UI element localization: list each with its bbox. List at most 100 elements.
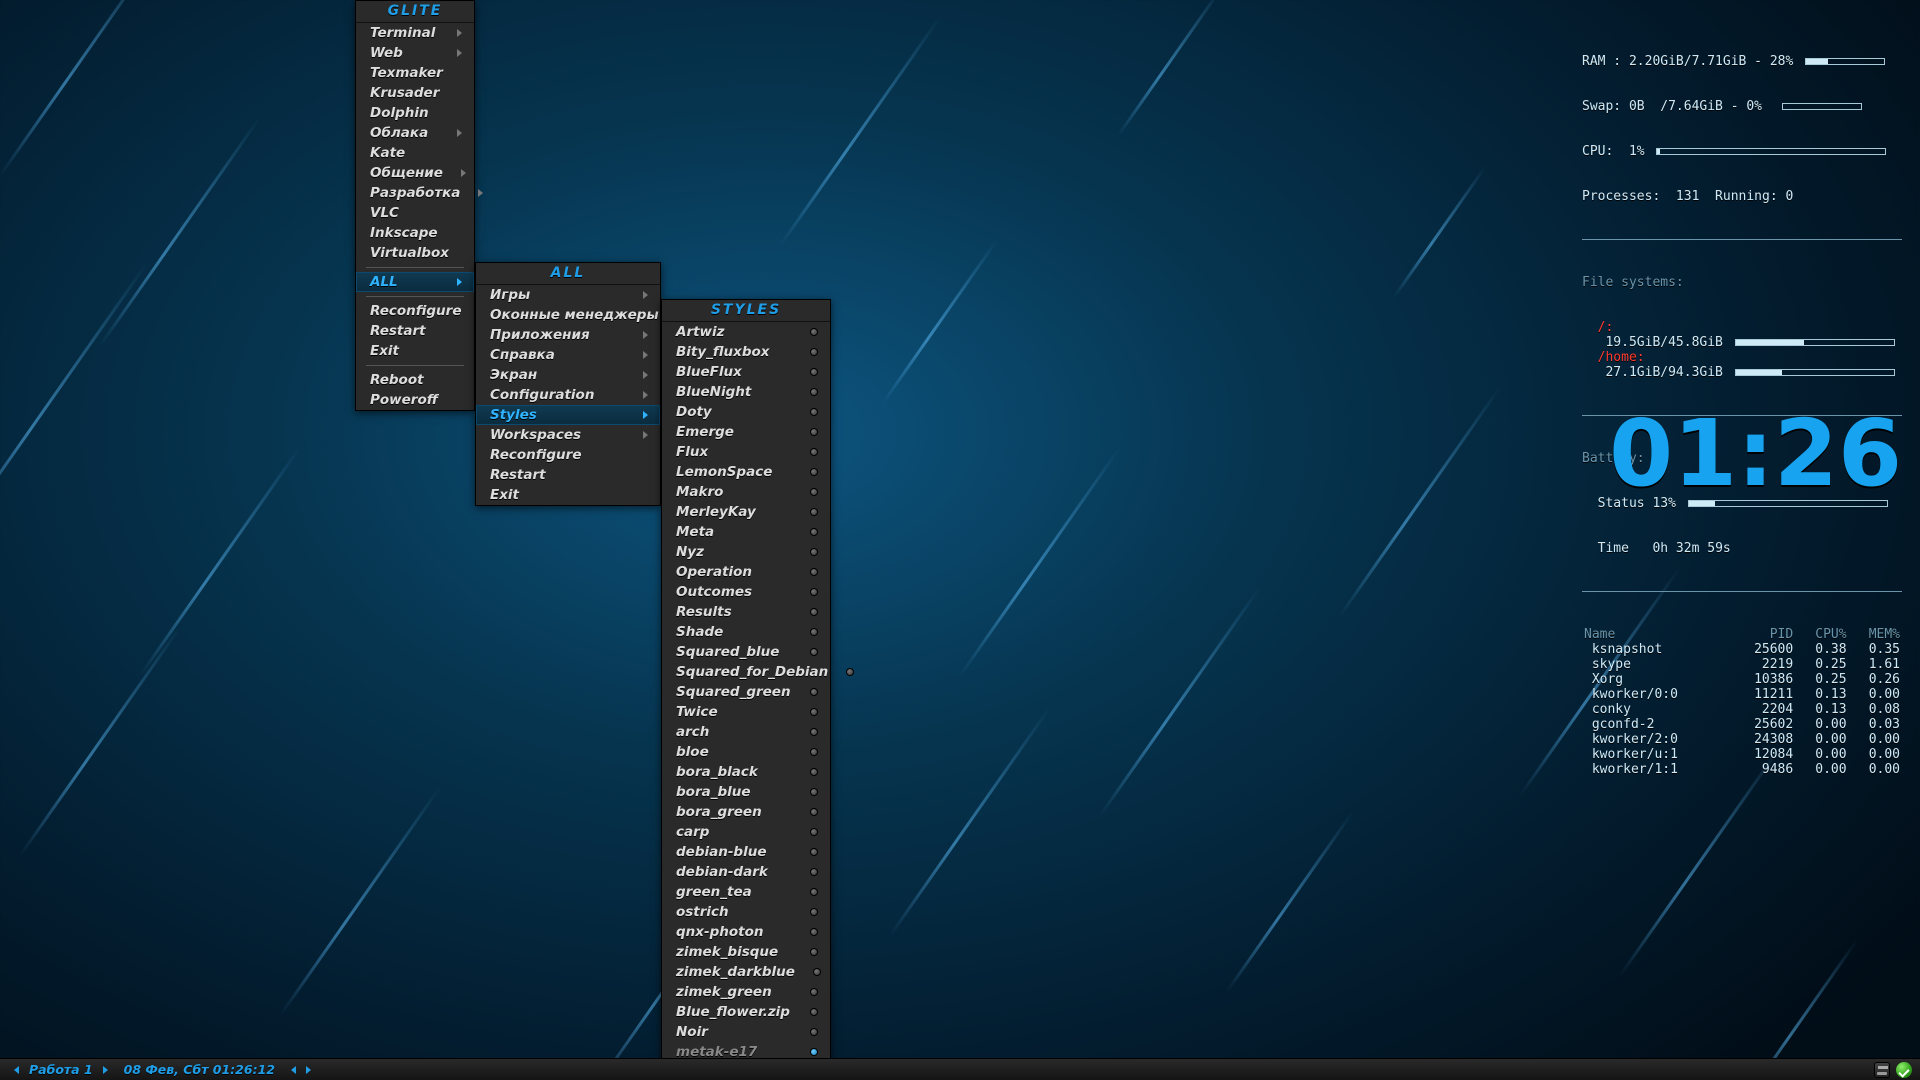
style-item-label: Outcomes bbox=[676, 583, 752, 601]
style-item[interactable]: Results bbox=[662, 602, 830, 622]
menu-item[interactable]: Exit bbox=[356, 341, 474, 361]
style-item[interactable]: Emerge bbox=[662, 422, 830, 442]
menu-item[interactable]: Workspaces bbox=[476, 425, 660, 445]
style-item[interactable]: green_tea bbox=[662, 882, 830, 902]
menu-item[interactable]: Разработка bbox=[356, 183, 474, 203]
menu-item[interactable]: ALL bbox=[356, 272, 474, 292]
menu-item[interactable]: VLC bbox=[356, 203, 474, 223]
style-item[interactable]: debian-dark bbox=[662, 862, 830, 882]
style-item[interactable]: Squared_for_Debian bbox=[662, 662, 830, 682]
menu-item[interactable]: Inkscape bbox=[356, 223, 474, 243]
style-item[interactable]: BlueNight bbox=[662, 382, 830, 402]
menu-item[interactable]: Облака bbox=[356, 123, 474, 143]
style-item[interactable]: Operation bbox=[662, 562, 830, 582]
style-item[interactable]: BlueFlux bbox=[662, 362, 830, 382]
style-item-label: bora_green bbox=[676, 803, 762, 821]
style-item-label: bora_black bbox=[676, 763, 758, 781]
menu-item[interactable]: Kate bbox=[356, 143, 474, 163]
style-item[interactable]: qnx-photon bbox=[662, 922, 830, 942]
style-item[interactable]: arch bbox=[662, 722, 830, 742]
submenu-arrow-icon bbox=[643, 331, 648, 339]
workspace-switcher[interactable]: Работа 1 bbox=[6, 1062, 116, 1077]
menu-item[interactable]: Общение bbox=[356, 163, 474, 183]
workspace-next-icon[interactable] bbox=[103, 1066, 108, 1074]
menu-item[interactable]: Reconfigure bbox=[356, 301, 474, 321]
menu-item[interactable]: Reboot bbox=[356, 370, 474, 390]
style-item[interactable]: zimek_darkblue bbox=[662, 962, 830, 982]
menu-item[interactable]: Оконные менеджеры bbox=[476, 305, 660, 325]
menu-item[interactable]: Terminal bbox=[356, 23, 474, 43]
style-item[interactable]: bora_green bbox=[662, 802, 830, 822]
style-item-label: zimek_darkblue bbox=[676, 963, 795, 981]
menu-item[interactable]: Configuration bbox=[476, 385, 660, 405]
style-item[interactable]: bloe bbox=[662, 742, 830, 762]
style-item[interactable]: Squared_green bbox=[662, 682, 830, 702]
menu-item[interactable]: Virtualbox bbox=[356, 243, 474, 263]
menu-item[interactable]: Справка bbox=[476, 345, 660, 365]
winlist-prev-icon[interactable] bbox=[291, 1066, 296, 1074]
menu-item[interactable]: Krusader bbox=[356, 83, 474, 103]
style-item[interactable]: Artwiz bbox=[662, 322, 830, 342]
style-item-label: Squared_for_Debian bbox=[676, 663, 828, 681]
style-item[interactable]: carp bbox=[662, 822, 830, 842]
style-item[interactable]: Flux bbox=[662, 442, 830, 462]
menu-item-label: VLC bbox=[370, 204, 399, 222]
menu-item[interactable]: Web bbox=[356, 43, 474, 63]
status-ok-icon[interactable] bbox=[1896, 1062, 1912, 1078]
battery-time-line: Time 0h 32m 59s bbox=[1582, 541, 1902, 556]
style-radio-icon bbox=[810, 888, 818, 896]
menu-item-label: Экран bbox=[490, 366, 537, 384]
taskbar-clock[interactable]: 08 Фев, Сбт 01:26:12 bbox=[116, 1062, 283, 1077]
style-item[interactable]: bora_blue bbox=[662, 782, 830, 802]
style-radio-icon bbox=[810, 468, 818, 476]
menu-item[interactable]: Poweroff bbox=[356, 390, 474, 410]
process-row: kworker/2:0243080.000.00 bbox=[1582, 732, 1902, 747]
menu-item-label: Облака bbox=[370, 124, 428, 142]
style-item[interactable]: Twice bbox=[662, 702, 830, 722]
menu-item[interactable]: Игры bbox=[476, 285, 660, 305]
style-item-label: Doty bbox=[676, 403, 712, 421]
menu-item[interactable]: Dolphin bbox=[356, 103, 474, 123]
style-item[interactable]: debian-blue bbox=[662, 842, 830, 862]
style-item[interactable]: zimek_bisque bbox=[662, 942, 830, 962]
style-radio-icon bbox=[810, 948, 818, 956]
style-item-label: BlueFlux bbox=[676, 363, 742, 381]
style-item[interactable]: Doty bbox=[662, 402, 830, 422]
style-item-label: arch bbox=[676, 723, 709, 741]
style-radio-icon bbox=[810, 428, 818, 436]
style-item-label: Nyz bbox=[676, 543, 704, 561]
menu-item[interactable]: Приложения bbox=[476, 325, 660, 345]
style-radio-icon bbox=[810, 348, 818, 356]
menu-item[interactable]: Reconfigure bbox=[476, 445, 660, 465]
style-item[interactable]: Nyz bbox=[662, 542, 830, 562]
workspace-prev-icon[interactable] bbox=[14, 1066, 19, 1074]
style-item-label: Twice bbox=[676, 703, 718, 721]
style-item[interactable]: Bity_fluxbox bbox=[662, 342, 830, 362]
menu-item[interactable]: Restart bbox=[356, 321, 474, 341]
menu-item[interactable]: Texmaker bbox=[356, 63, 474, 83]
style-item[interactable]: LemonSpace bbox=[662, 462, 830, 482]
style-item[interactable]: ostrich bbox=[662, 902, 830, 922]
style-item[interactable]: Blue_flower.zip bbox=[662, 1002, 830, 1022]
style-radio-icon bbox=[810, 488, 818, 496]
menu-item[interactable]: Styles bbox=[476, 405, 660, 425]
style-item[interactable]: zimek_green bbox=[662, 982, 830, 1002]
menu-item[interactable]: Экран bbox=[476, 365, 660, 385]
menu-item[interactable]: Exit bbox=[476, 485, 660, 505]
style-item[interactable]: Shade bbox=[662, 622, 830, 642]
ram-text: RAM : 2.20GiB/7.71GiB - 28% bbox=[1582, 54, 1801, 69]
window-list-nav[interactable] bbox=[283, 1066, 319, 1074]
winlist-next-icon[interactable] bbox=[306, 1066, 311, 1074]
menu-item-label: Игры bbox=[490, 286, 530, 304]
style-item[interactable]: Makro bbox=[662, 482, 830, 502]
keyboard-layout-icon[interactable] bbox=[1874, 1062, 1890, 1078]
style-item[interactable]: MerleyKay bbox=[662, 502, 830, 522]
style-radio-icon bbox=[810, 1008, 818, 1016]
style-item[interactable]: Outcomes bbox=[662, 582, 830, 602]
menu-item[interactable]: Restart bbox=[476, 465, 660, 485]
style-item[interactable]: Meta bbox=[662, 522, 830, 542]
style-radio-icon bbox=[810, 548, 818, 556]
style-item[interactable]: bora_black bbox=[662, 762, 830, 782]
style-item[interactable]: Squared_blue bbox=[662, 642, 830, 662]
style-item[interactable]: Noir bbox=[662, 1022, 830, 1042]
